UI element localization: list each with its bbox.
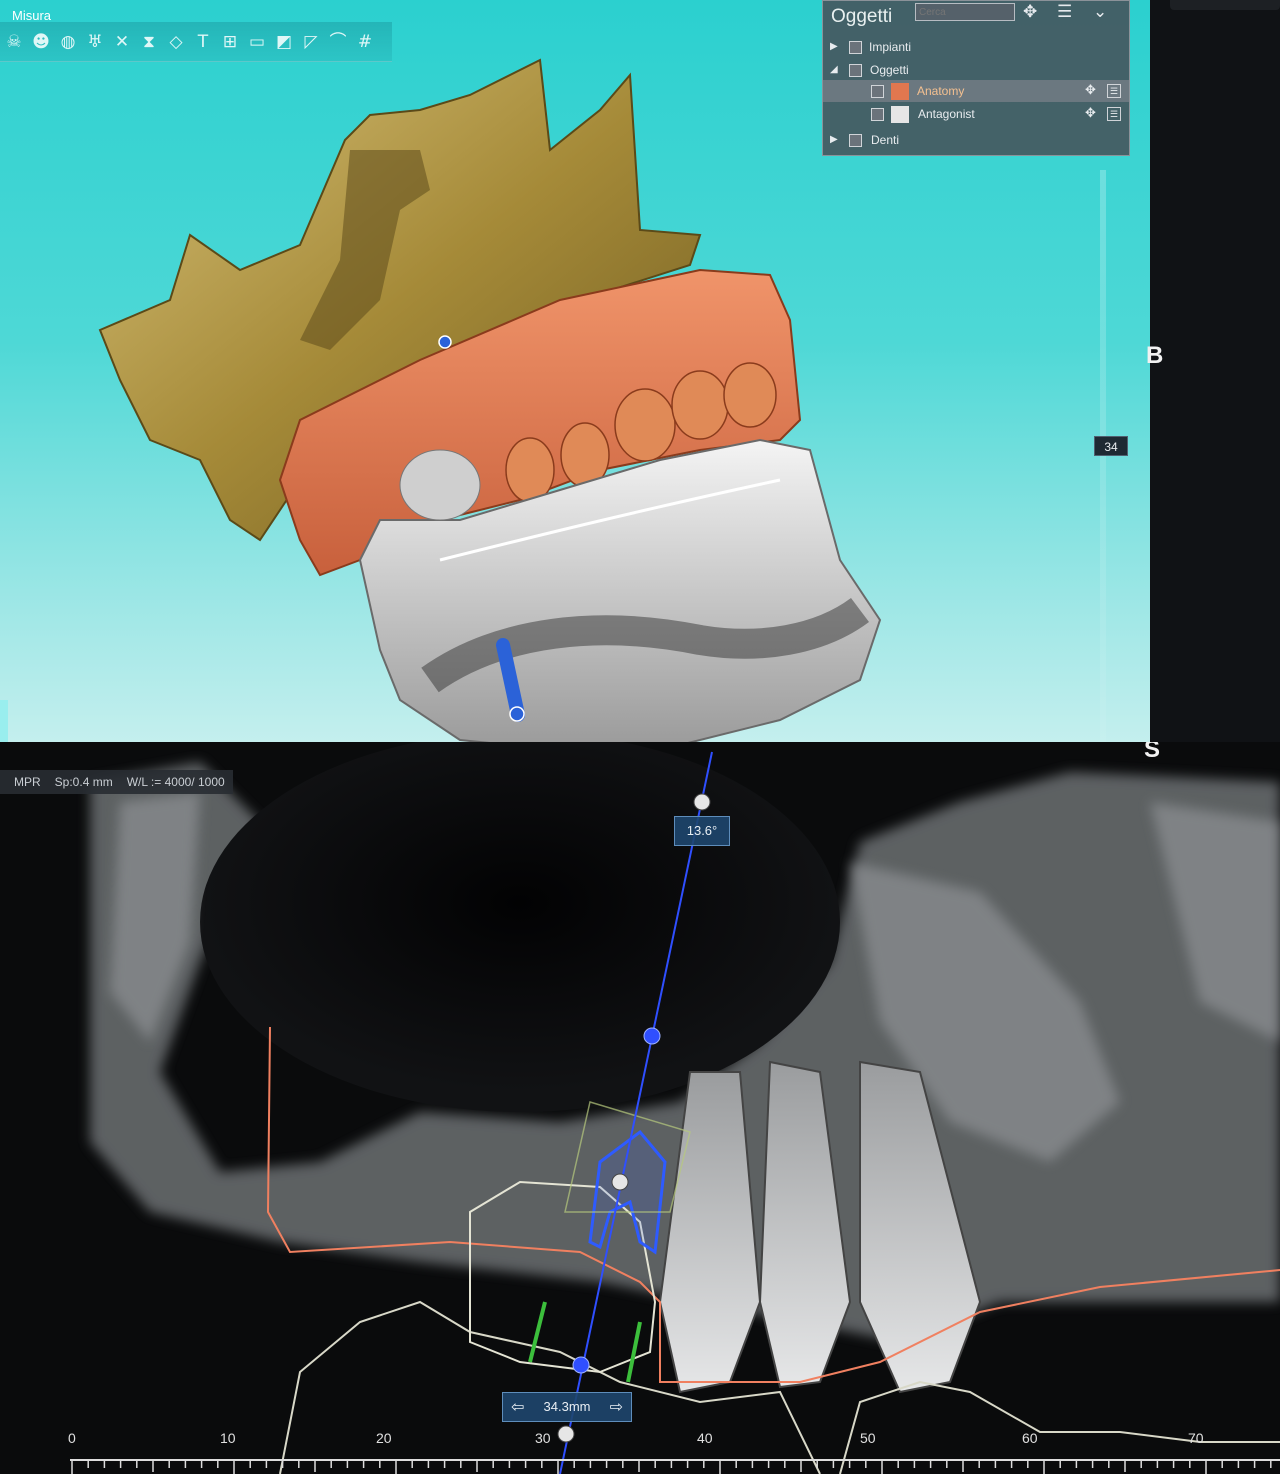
ruler-tick-label: 70	[1188, 1430, 1204, 1446]
eraser-icon[interactable]: ◇	[164, 30, 188, 54]
head-icon[interactable]: ☻	[29, 30, 53, 54]
skull-icon[interactable]: ☠	[2, 30, 26, 54]
text-icon[interactable]: T	[191, 30, 215, 54]
visibility-checkbox[interactable]	[871, 85, 884, 98]
mpr-mode-label: MPR	[14, 775, 41, 789]
grid-icon[interactable]: #	[353, 30, 377, 54]
3d-viewport[interactable]: Misura ☠ ☻ ◍ ♅ ✕ ⧗ ◇ T ⊞ ▭ ◩ ◸ ⌒ # Ogget…	[0, 0, 1150, 760]
visibility-checkbox[interactable]	[849, 41, 862, 54]
mpr-viewport[interactable]: MPR Sp:0.4 mm W/L := 4000/ 1000 13.6° ⇦ …	[0, 742, 1280, 1474]
tree-item-anatomy[interactable]: Anatomy ✥ ☰	[823, 80, 1129, 102]
globe-icon[interactable]: ◍	[56, 30, 80, 54]
tooth-icon[interactable]: ♅	[83, 30, 107, 54]
length-measurement[interactable]: ⇦ 34.3mm ⇨	[502, 1392, 632, 1422]
orientation-label-right: B	[1146, 342, 1164, 369]
implant-icon[interactable]: ⧗	[137, 30, 161, 54]
ruler-tick-label: 20	[376, 1430, 392, 1446]
ct-slice-image[interactable]	[0, 742, 1280, 1474]
mpr-info-bar: MPR Sp:0.4 mm W/L := 4000/ 1000	[0, 770, 233, 794]
camera-bar	[1170, 0, 1280, 10]
tree-item-oggetti[interactable]: ◢ Oggetti	[823, 59, 1129, 81]
visibility-checkbox[interactable]	[871, 108, 884, 121]
plane-icon[interactable]: ◩	[272, 30, 296, 54]
mpr-window-level-label: W/L := 4000/ 1000	[126, 775, 225, 789]
ruler-tick-label: 50	[860, 1430, 876, 1446]
tree-item-antagonist[interactable]: Antagonist ✥ ☰	[823, 103, 1129, 125]
menu-icon[interactable]: ☰	[1107, 107, 1121, 121]
slice-slider-track[interactable]	[1100, 170, 1106, 750]
tree-item-label: Impianti	[869, 40, 912, 54]
close-icon[interactable]: ✕	[110, 30, 134, 54]
chevron-down-icon[interactable]: ⌄	[1093, 2, 1107, 22]
visibility-checkbox[interactable]	[849, 134, 862, 147]
ruler-tick-label: 30	[535, 1430, 551, 1446]
measure-toolbar: Misura ☠ ☻ ◍ ♅ ✕ ⧗ ◇ T ⊞ ▭ ◩ ◸ ⌒ #	[0, 0, 400, 64]
move-icon[interactable]: ✥	[1085, 103, 1096, 125]
expand-arrow-icon[interactable]: ▶	[830, 129, 838, 151]
monitor-bezel	[1150, 0, 1280, 760]
color-swatch[interactable]	[891, 83, 909, 100]
tree-item-label: Oggetti	[870, 63, 909, 77]
arrow-right-icon[interactable]: ⇨	[610, 1393, 623, 1421]
curve-icon[interactable]: ⌒	[326, 30, 350, 54]
cut-icon[interactable]: ◸	[299, 30, 323, 54]
mpr-spacing-label: Sp:0.4 mm	[54, 775, 113, 789]
orientation-label-bottom: S	[1144, 742, 1161, 763]
expand-arrow-icon[interactable]: ▶	[830, 36, 838, 58]
tree-item-impianti[interactable]: ▶ Impianti	[823, 36, 1129, 58]
ruler-icon[interactable]: ⊞	[218, 30, 242, 54]
move-icon[interactable]: ✥	[1085, 80, 1096, 102]
menu-icon[interactable]: ☰	[1107, 84, 1121, 98]
angle-measurement[interactable]: 13.6°	[674, 816, 730, 846]
tree-item-label: Denti	[871, 133, 900, 147]
collapse-arrow-icon[interactable]: ◢	[830, 59, 838, 81]
color-swatch[interactable]	[891, 106, 909, 123]
ruler-tick-label: 60	[1022, 1430, 1038, 1446]
ruler-tick-label: 40	[697, 1430, 713, 1446]
menu-icon[interactable]: ☰	[1057, 2, 1072, 22]
search-input[interactable]	[915, 3, 1015, 21]
tree-item-denti[interactable]: ▶ Denti	[823, 129, 1129, 151]
ruler-tick-label: 10	[220, 1430, 236, 1446]
toolbar-icons: ☠ ☻ ◍ ♅ ✕ ⧗ ◇ T ⊞ ▭ ◩ ◸ ⌒ #	[0, 22, 392, 62]
toolbar-title: Misura	[12, 8, 52, 23]
tree-item-label: Antagonist	[918, 107, 975, 121]
objects-panel: Oggetti ✥ ☰ ⌄ ▶ Impianti ◢ Oggetti Anato…	[822, 0, 1130, 156]
objects-panel-header: Oggetti ✥ ☰ ⌄	[823, 1, 1129, 31]
move-icon[interactable]: ✥	[1023, 2, 1037, 22]
panorama-icon[interactable]: ▭	[245, 30, 269, 54]
monitor: Misura ☠ ☻ ◍ ♅ ✕ ⧗ ◇ T ⊞ ▭ ◩ ◸ ⌒ # Ogget…	[0, 0, 1280, 1474]
slice-slider-value[interactable]: 34	[1094, 436, 1128, 456]
arrow-left-icon[interactable]: ⇦	[511, 1393, 524, 1421]
objects-panel-title: Oggetti	[831, 6, 893, 27]
visibility-checkbox[interactable]	[849, 64, 862, 77]
length-value: 34.3mm	[543, 1399, 591, 1414]
tree-item-label: Anatomy	[917, 84, 965, 98]
ruler-tick-label: 0	[68, 1430, 76, 1446]
